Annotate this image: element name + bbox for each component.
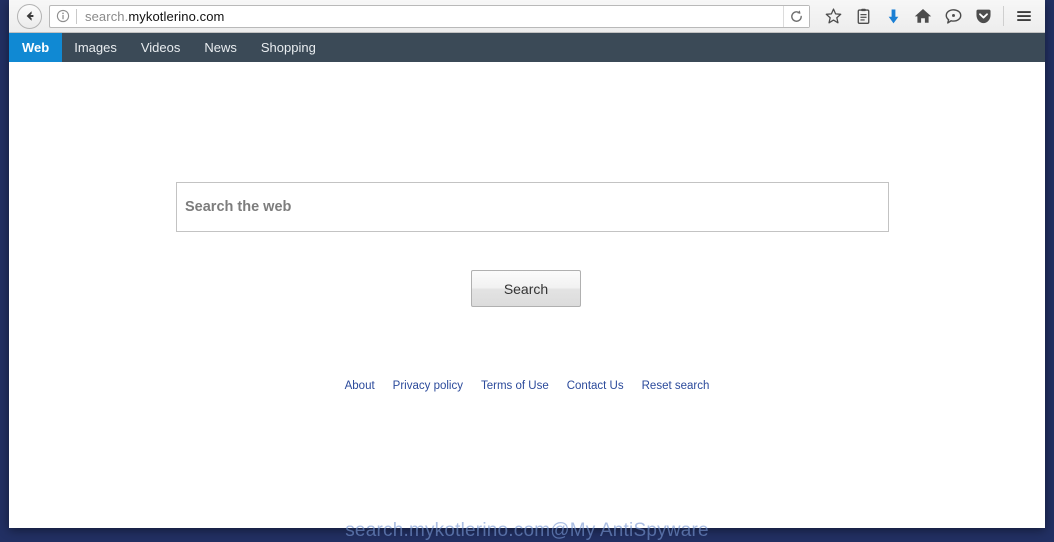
menu-icon[interactable]	[1009, 2, 1039, 30]
footer-links: About Privacy policy Terms of Use Contac…	[9, 380, 1045, 392]
reader-view-icon[interactable]	[848, 2, 878, 30]
url-bar[interactable]: search.mykotlerino.com	[49, 4, 810, 28]
downloads-icon[interactable]	[878, 2, 908, 30]
site-navigation-bar: Web Images Videos News Shopping	[9, 33, 1045, 62]
browser-toolbar: search.mykotlerino.com	[9, 0, 1045, 33]
back-button[interactable]	[17, 3, 42, 29]
nav-tab-shopping[interactable]: Shopping	[249, 33, 328, 62]
nav-tab-web[interactable]: Web	[9, 33, 63, 62]
toolbar-icon-group	[818, 2, 1039, 30]
nav-tab-shopping-label: Shopping	[260, 40, 316, 55]
pocket-icon[interactable]	[968, 2, 998, 30]
home-icon[interactable]	[908, 2, 938, 30]
nav-tab-images-label: Images	[74, 40, 117, 55]
footer-link-about[interactable]: About	[345, 380, 375, 392]
browser-window: search.mykotlerino.com Web Images Videos…	[9, 0, 1045, 528]
site-information-icon[interactable]	[56, 9, 70, 23]
footer-link-terms-of-use[interactable]: Terms of Use	[481, 380, 549, 392]
footer-link-contact-us[interactable]: Contact Us	[567, 380, 624, 392]
url-text: search.mykotlerino.com	[85, 9, 783, 24]
nav-tab-news-label: News	[204, 40, 237, 55]
url-domain: mykotlerino.com	[128, 8, 225, 24]
nav-tab-videos-label: Videos	[140, 40, 181, 55]
url-prefix: search.	[85, 8, 129, 24]
nav-tab-news[interactable]: News	[192, 33, 249, 62]
reload-button[interactable]	[783, 5, 809, 27]
nav-tab-web-label: Web	[22, 40, 50, 55]
footer-link-privacy-policy[interactable]: Privacy policy	[393, 380, 463, 392]
nav-tab-videos[interactable]: Videos	[129, 33, 193, 62]
sync-chat-icon[interactable]	[938, 2, 968, 30]
toolbar-divider	[1003, 6, 1004, 26]
bookmark-star-icon[interactable]	[818, 2, 848, 30]
page-content: Search About Privacy policy Terms of Use…	[9, 62, 1045, 528]
search-button[interactable]: Search	[471, 270, 581, 307]
footer-link-reset-search[interactable]: Reset search	[642, 380, 710, 392]
url-separator	[76, 8, 77, 24]
search-box[interactable]	[176, 182, 889, 232]
nav-tab-images[interactable]: Images	[62, 33, 129, 62]
desktop-background: search.mykotlerino.com Web Images Videos…	[0, 0, 1054, 542]
search-input[interactable]	[185, 183, 888, 231]
